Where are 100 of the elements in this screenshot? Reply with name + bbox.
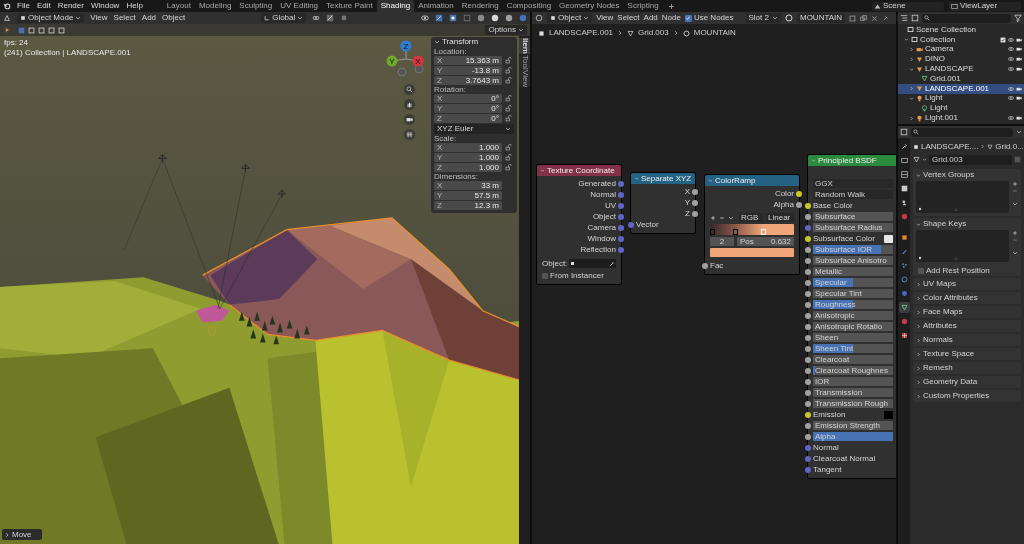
slider-field[interactable]: Sheen Tint bbox=[813, 343, 893, 354]
menu-item[interactable]: Help bbox=[125, 2, 144, 10]
menu-item[interactable]: Add bbox=[141, 14, 157, 22]
panel-header[interactable]: Shape Keys bbox=[913, 218, 1021, 230]
properties-tab[interactable] bbox=[898, 155, 910, 166]
socket-icon[interactable] bbox=[805, 356, 811, 363]
dropdown[interactable]: Random Walk bbox=[813, 190, 893, 199]
number-field[interactable]: Y 0° bbox=[434, 104, 502, 113]
slider-field[interactable]: Subsurface Anisotro bbox=[813, 255, 893, 266]
panel-header[interactable]: Geometry Data bbox=[913, 376, 1021, 388]
search-field[interactable] bbox=[922, 13, 1011, 23]
breadcrumb-item[interactable]: MOUNTAIN bbox=[693, 29, 736, 37]
color-swatch[interactable] bbox=[884, 234, 893, 243]
socket-icon[interactable] bbox=[805, 345, 811, 352]
menu-item[interactable]: File bbox=[16, 2, 31, 10]
menu-item[interactable]: Edit bbox=[35, 2, 52, 10]
color-mode-dropdown[interactable]: RGB bbox=[739, 213, 763, 222]
workspace-tab[interactable]: Texture Paint bbox=[322, 0, 377, 12]
outliner-item[interactable]: Camera bbox=[898, 44, 1024, 55]
sidebar-tab[interactable]: View bbox=[519, 70, 530, 88]
socket-icon[interactable] bbox=[805, 312, 811, 319]
panel-header[interactable]: Texture Space bbox=[913, 348, 1021, 360]
socket-icon[interactable] bbox=[805, 389, 811, 396]
panel-header[interactable]: Attributes bbox=[913, 320, 1021, 332]
zoom-button[interactable] bbox=[404, 84, 415, 95]
number-field[interactable]: Y -13.8 m bbox=[434, 66, 502, 75]
panel-header[interactable]: Custom Properties bbox=[913, 390, 1021, 402]
outliner-item[interactable]: Collection bbox=[898, 34, 1024, 45]
slider-field[interactable]: Subsurface Radius bbox=[813, 222, 893, 233]
socket-icon[interactable] bbox=[805, 411, 811, 418]
sidebar-tab[interactable]: Tool bbox=[519, 54, 530, 70]
color-ramp-gradient[interactable] bbox=[710, 224, 794, 235]
workspace-tab[interactable]: Shading bbox=[376, 0, 415, 12]
panel-header[interactable]: Face Maps bbox=[913, 306, 1021, 318]
socket-icon[interactable] bbox=[805, 334, 811, 341]
checkbox[interactable]: Add Rest Position bbox=[913, 265, 1021, 276]
color-swatch[interactable] bbox=[710, 248, 794, 257]
slider-field[interactable]: Subsurface IOR bbox=[813, 244, 893, 255]
number-field[interactable]: Z 3.7643 m bbox=[434, 76, 502, 85]
workspace-tab[interactable]: Sculpting bbox=[235, 0, 277, 12]
slider-field[interactable]: Clearcoat bbox=[813, 354, 893, 365]
interpolation-dropdown[interactable]: Linear bbox=[766, 213, 794, 222]
node-card[interactable]: ColorRamp Color Alpha RGB Linear 2 Pos 0.632 Fac bbox=[704, 174, 800, 275]
slider-field[interactable]: Anisotropic bbox=[813, 310, 893, 321]
number-field[interactable]: Z 0° bbox=[434, 114, 502, 123]
socket-icon[interactable] bbox=[692, 210, 698, 217]
slider-field[interactable]: Clearcoat Roughnes bbox=[813, 365, 893, 376]
menu-item[interactable]: View bbox=[596, 14, 614, 22]
menu-item[interactable]: Select bbox=[113, 14, 136, 22]
socket-icon[interactable] bbox=[805, 422, 811, 429]
socket-icon[interactable] bbox=[805, 235, 811, 242]
slider-field[interactable]: Specular Tint bbox=[813, 288, 893, 299]
panel-header[interactable]: Color Attributes bbox=[913, 292, 1021, 304]
socket-icon[interactable] bbox=[805, 213, 811, 220]
socket-icon[interactable] bbox=[702, 262, 708, 269]
outliner-item[interactable]: Scene Collection bbox=[898, 25, 1024, 35]
number-field[interactable]: Z 1.000 bbox=[434, 163, 502, 172]
sidebar-tab[interactable]: Item bbox=[519, 38, 530, 54]
breadcrumb-item[interactable]: Grid.0... bbox=[995, 142, 1024, 151]
slider-field[interactable]: Transmission bbox=[813, 387, 893, 398]
position-field[interactable]: Pos 0.632 bbox=[737, 237, 794, 246]
mode-dropdown[interactable]: Object Mode bbox=[17, 13, 85, 23]
socket-icon[interactable] bbox=[805, 257, 811, 264]
slider-field[interactable]: Subsurface bbox=[813, 211, 893, 222]
socket-icon[interactable] bbox=[805, 433, 811, 440]
outliner-item[interactable]: LANDSCAPE.001 bbox=[898, 83, 1024, 94]
workspace-tab[interactable]: Scripting bbox=[623, 0, 663, 12]
workspace-tab[interactable]: Geometry Nodes bbox=[555, 0, 624, 12]
menu-item[interactable]: View bbox=[90, 14, 108, 22]
ramp-stop-handle[interactable] bbox=[732, 229, 738, 235]
socket-icon[interactable] bbox=[805, 246, 811, 253]
context-dropdown[interactable]: Object bbox=[547, 13, 593, 23]
dropdown[interactable]: GGX bbox=[813, 179, 893, 188]
material-name-field[interactable]: MOUNTAIN bbox=[796, 13, 846, 23]
slot-dropdown[interactable]: Slot 2 bbox=[745, 13, 781, 23]
socket-icon[interactable] bbox=[796, 201, 802, 208]
workspace-tab[interactable]: Modeling bbox=[194, 0, 236, 12]
socket-icon[interactable] bbox=[805, 202, 811, 209]
socket-icon[interactable] bbox=[805, 279, 811, 286]
socket-icon[interactable] bbox=[805, 367, 811, 374]
slider-field[interactable]: IOR bbox=[813, 376, 893, 387]
socket-icon[interactable] bbox=[805, 290, 811, 297]
menu-item[interactable]: Render bbox=[56, 2, 85, 10]
socket-icon[interactable] bbox=[805, 323, 811, 330]
properties-tab[interactable] bbox=[898, 169, 910, 180]
slider-field[interactable]: Transmission Rough bbox=[813, 398, 893, 409]
scene-field[interactable]: Scene bbox=[872, 1, 944, 11]
breadcrumb-item[interactable]: LANDSCAPE.... bbox=[921, 142, 979, 151]
workspace-tab[interactable]: UV Editing bbox=[276, 0, 323, 12]
slider-field[interactable]: Anisotropic Rotatio bbox=[813, 321, 893, 332]
navigation-gizmo[interactable]: Z Y X bbox=[386, 40, 424, 77]
rotation-mode-dropdown[interactable]: XYZ Euler bbox=[434, 124, 514, 134]
number-field[interactable]: X 0° bbox=[434, 94, 502, 103]
node-card[interactable] bbox=[807, 154, 896, 479]
camera-button[interactable] bbox=[404, 114, 415, 125]
outliner-item[interactable]: Light.001 bbox=[898, 113, 1024, 123]
number-field[interactable]: Y 1.000 bbox=[434, 153, 502, 162]
ramp-stop-handle[interactable] bbox=[710, 229, 715, 235]
socket-icon[interactable] bbox=[692, 199, 698, 206]
outliner-item[interactable]: Light bbox=[898, 93, 1024, 104]
